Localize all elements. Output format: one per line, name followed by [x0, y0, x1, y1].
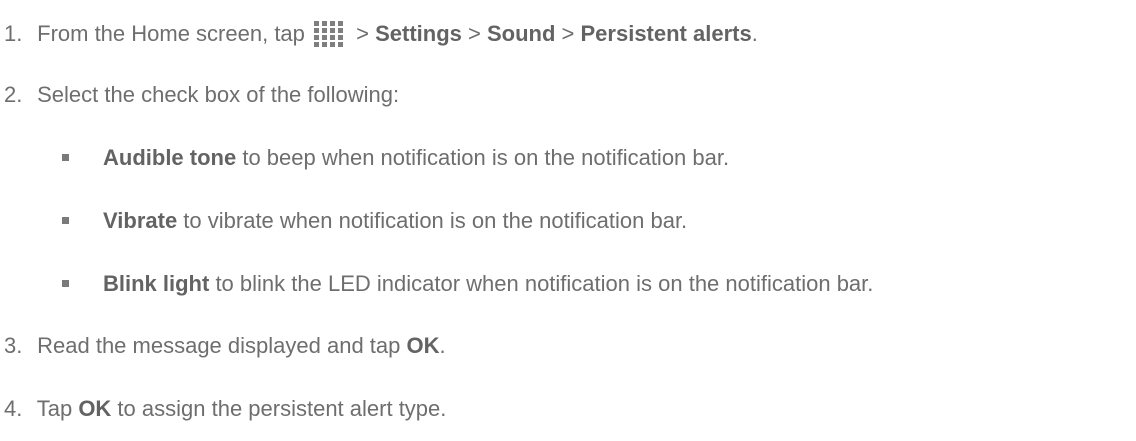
option-text: Blink light to blink the LED indicator w…	[103, 271, 873, 297]
ok-label: OK	[78, 396, 112, 421]
step-text: to assign the persistent alert type.	[111, 396, 447, 421]
step-text: Select the check box of the following:	[37, 82, 400, 107]
bullet-icon	[62, 280, 69, 287]
option-label: Blink light	[103, 271, 210, 296]
option-label: Vibrate	[103, 208, 178, 233]
step-1: 1. From the Home screen, tap > Settings …	[0, 20, 758, 48]
bullet-icon	[62, 154, 69, 161]
separator: >	[555, 21, 581, 46]
persistent-alerts-label: Persistent alerts	[580, 21, 752, 46]
step-number: 4.	[4, 396, 23, 421]
option-text: Audible tone to beep when notification i…	[103, 145, 729, 171]
bullet-icon	[62, 217, 69, 224]
step-text: Tap	[36, 396, 79, 421]
ok-label: OK	[406, 333, 440, 358]
option-audible-tone: Audible tone to beep when notification i…	[0, 145, 1136, 171]
separator: >	[350, 21, 376, 46]
apps-grid-icon	[314, 21, 344, 47]
step-text: Read the message displayed and tap	[37, 333, 407, 358]
step-3: 3. Read the message displayed and tap OK…	[0, 333, 446, 359]
step-number: 2.	[4, 82, 23, 107]
option-label: Audible tone	[103, 145, 237, 170]
option-blink-light: Blink light to blink the LED indicator w…	[0, 271, 1136, 297]
separator: >	[461, 21, 487, 46]
step-text: From the Home screen, tap	[37, 21, 305, 46]
step-number: 3.	[4, 333, 23, 358]
settings-label: Settings	[375, 21, 462, 46]
step-4: 4. Tap OK to assign the persistent alert…	[0, 396, 446, 422]
step-number: 1.	[4, 21, 23, 46]
step-end: .	[751, 21, 758, 46]
option-desc: to blink the LED indicator when notifica…	[209, 271, 874, 296]
option-desc: to beep when notification is on the noti…	[236, 145, 730, 170]
option-desc: to vibrate when notification is on the n…	[177, 208, 688, 233]
sound-label: Sound	[486, 21, 556, 46]
option-text: Vibrate to vibrate when notification is …	[103, 208, 687, 234]
option-vibrate: Vibrate to vibrate when notification is …	[0, 208, 1136, 234]
step-2: 2. Select the check box of the following…	[0, 82, 399, 108]
step-end: .	[439, 333, 446, 358]
